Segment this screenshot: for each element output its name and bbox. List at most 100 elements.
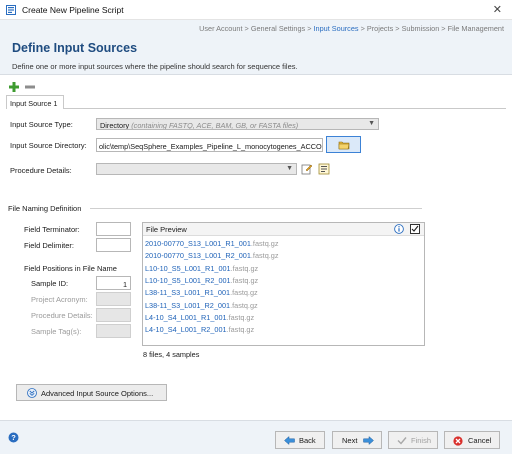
procedure-details-label: Procedure Details: bbox=[10, 166, 72, 175]
chevron-down-icon: ▼ bbox=[368, 120, 375, 127]
file-name: L38-11_S3_L001_R2_001 bbox=[145, 300, 231, 310]
file-preview-row: L4-10_S4_L001_R1_001.fastq.gz bbox=[145, 313, 254, 322]
file-preview-title: File Preview bbox=[146, 225, 187, 234]
folder-icon bbox=[338, 141, 350, 150]
project-acronym-input bbox=[96, 292, 131, 306]
file-name: L4-10_S4_L001_R1_001 bbox=[145, 312, 227, 322]
file-name: L10-10_S5_L001_R2_001 bbox=[145, 275, 231, 285]
file-preview-row: L10-10_S5_L001_R2_001.fastq.gz bbox=[145, 276, 258, 285]
procedure-list-icon[interactable] bbox=[318, 163, 330, 175]
file-preview-row: 2010-00770_S13_L001_R2_001.fastq.gz bbox=[145, 251, 279, 260]
check-icon bbox=[411, 225, 419, 232]
project-acronym-label: Project Acronym: bbox=[31, 295, 88, 304]
file-preview-header: File Preview bbox=[143, 223, 424, 236]
field-terminator-label: Field Terminator: bbox=[24, 225, 80, 234]
browse-folder-button[interactable] bbox=[326, 136, 361, 153]
arrow-left-icon bbox=[284, 436, 295, 445]
procedure-details-select[interactable]: ▼ bbox=[96, 163, 297, 175]
input-source-type-select[interactable]: Directory (containing FASTQ, ACE, BAM, G… bbox=[96, 118, 379, 130]
tab-gap bbox=[7, 108, 63, 109]
file-extension: .fastq.gz bbox=[230, 288, 258, 298]
file-naming-section-title: File Naming Definition bbox=[8, 204, 82, 213]
page-subtitle: Define one or more input sources where t… bbox=[12, 62, 298, 71]
help-icon[interactable]: ? bbox=[8, 432, 19, 443]
breadcrumb-separator: > bbox=[305, 24, 314, 33]
file-preview-row: L38-11_S3_L001_R1_001.fastq.gz bbox=[145, 288, 258, 297]
finish-button: Finish bbox=[388, 431, 438, 449]
sample-id-input[interactable]: 1 bbox=[96, 276, 131, 290]
svg-text:?: ? bbox=[11, 433, 16, 442]
breadcrumb-item: General Settings bbox=[250, 24, 306, 33]
back-button[interactable]: Back bbox=[275, 431, 325, 449]
cancel-button[interactable]: Cancel bbox=[444, 431, 500, 449]
arrow-right-icon bbox=[363, 436, 374, 445]
chevron-double-down-icon bbox=[27, 388, 37, 398]
file-extension: .fastq.gz bbox=[226, 312, 255, 322]
field-delimiter-label: Field Delimiter: bbox=[24, 241, 75, 250]
checkmark-icon bbox=[397, 437, 407, 445]
file-count-summary: 8 files, 4 samples bbox=[143, 350, 200, 359]
input-source-directory-label: Input Source Directory: bbox=[10, 141, 87, 150]
advanced-options-label: Advanced Input Source Options... bbox=[41, 388, 154, 398]
procedure-details-position-input bbox=[96, 308, 131, 322]
info-icon[interactable] bbox=[394, 224, 404, 234]
tab-strip-line bbox=[6, 108, 506, 109]
field-delimiter-input[interactable] bbox=[96, 238, 131, 252]
sample-tags-label: Sample Tag(s): bbox=[31, 327, 82, 336]
file-extension: .fastq.gz bbox=[226, 325, 255, 335]
next-label: Next bbox=[342, 436, 358, 445]
breadcrumb: User Account > General Settings > Input … bbox=[199, 24, 504, 33]
file-preview-row: 2010-00770_S13_L001_R1_001.fastq.gz bbox=[145, 239, 279, 248]
chevron-down-icon: ▼ bbox=[286, 165, 293, 172]
breadcrumb-separator: > bbox=[393, 24, 402, 33]
breadcrumb-separator: > bbox=[242, 24, 251, 33]
finish-label: Finish bbox=[411, 436, 432, 445]
file-preview-panel: File Preview 2010-00770_S13_L001_R1_001.… bbox=[142, 222, 425, 346]
file-extension: .fastq.gz bbox=[250, 251, 279, 261]
sample-tags-input bbox=[96, 324, 131, 338]
section-divider bbox=[90, 208, 422, 209]
next-button[interactable]: Next bbox=[332, 431, 382, 449]
title-bar: Create New Pipeline Script ✕ bbox=[0, 0, 512, 20]
file-name: L38-11_S3_L001_R1_001 bbox=[145, 288, 231, 298]
page-title: Define Input Sources bbox=[12, 41, 138, 55]
file-extension: .fastq.gz bbox=[230, 263, 259, 273]
input-source-directory-field[interactable]: olic\temp\SeqSphere_Examples_Pipeline_L_… bbox=[96, 138, 323, 152]
sample-id-label: Sample ID: bbox=[31, 279, 69, 288]
breadcrumb-separator: > bbox=[358, 24, 367, 33]
breadcrumb-item: Projects bbox=[366, 24, 394, 33]
close-icon[interactable]: ✕ bbox=[493, 3, 502, 16]
file-name: L10-10_S5_L001_R1_001 bbox=[145, 263, 231, 273]
file-preview-row: L38-11_S3_L001_R2_001.fastq.gz bbox=[145, 301, 258, 310]
cancel-icon bbox=[453, 436, 463, 446]
file-name: L4-10_S4_L001_R2_001 bbox=[145, 325, 227, 335]
window-title: Create New Pipeline Script bbox=[22, 5, 124, 15]
advanced-options-button[interactable]: Advanced Input Source Options... bbox=[16, 384, 167, 401]
page-header: User Account > General Settings > Input … bbox=[0, 20, 512, 75]
file-extension: .fastq.gz bbox=[230, 275, 259, 285]
file-preview-row: L4-10_S4_L001_R2_001.fastq.gz bbox=[145, 325, 254, 334]
file-name: 2010-00770_S13_L001_R2_001 bbox=[145, 251, 251, 261]
edit-procedure-icon[interactable] bbox=[301, 163, 313, 175]
breadcrumb-item: Submission bbox=[401, 24, 440, 33]
preview-checkbox[interactable] bbox=[410, 224, 420, 234]
file-name: 2010-00770_S13_L001_R1_001 bbox=[145, 239, 251, 248]
procedure-details-position-label: Procedure Details: bbox=[31, 311, 93, 320]
remove-icon[interactable] bbox=[24, 81, 36, 93]
input-source-type-value: Directory bbox=[100, 120, 130, 130]
add-icon[interactable] bbox=[8, 81, 20, 93]
breadcrumb-separator: > bbox=[439, 24, 448, 33]
input-source-type-label: Input Source Type: bbox=[10, 120, 73, 129]
app-icon bbox=[6, 5, 16, 15]
back-label: Back bbox=[299, 436, 316, 445]
field-positions-title: Field Positions in File Name bbox=[24, 264, 117, 273]
input-source-type-hint: (containing FASTQ, ACE, BAM, GB, or FAST… bbox=[131, 120, 299, 130]
tab-input-source-1[interactable]: Input Source 1 bbox=[6, 95, 64, 109]
breadcrumb-item: File Management bbox=[447, 24, 504, 33]
breadcrumb-item: Input Sources bbox=[313, 24, 359, 33]
field-terminator-input[interactable] bbox=[96, 222, 131, 236]
file-extension: .fastq.gz bbox=[250, 239, 279, 248]
cancel-label: Cancel bbox=[468, 436, 492, 445]
breadcrumb-item: User Account bbox=[199, 24, 243, 33]
file-extension: .fastq.gz bbox=[230, 300, 258, 310]
